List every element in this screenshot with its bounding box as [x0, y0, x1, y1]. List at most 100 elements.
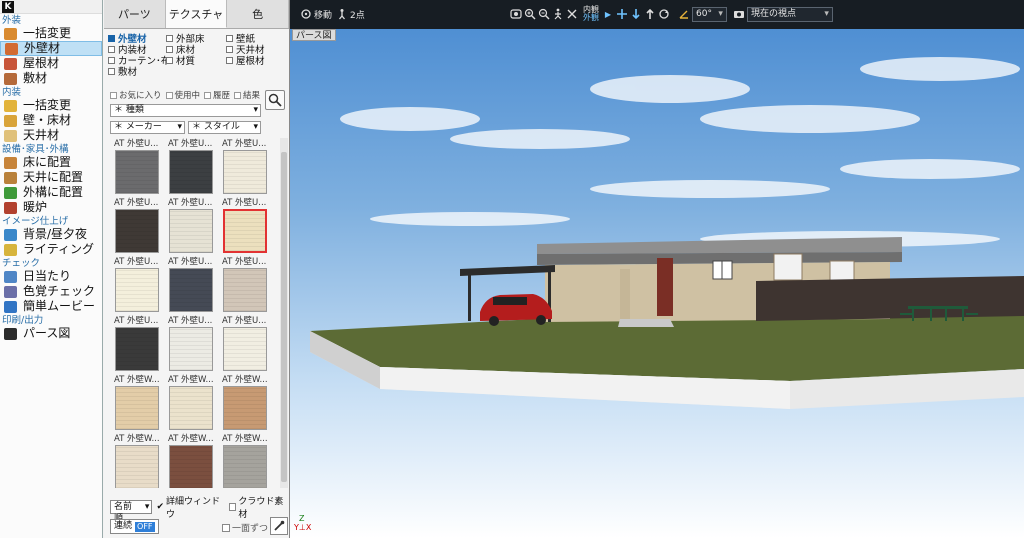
texture-swatch[interactable] [169, 150, 213, 194]
category-checkbox[interactable] [166, 34, 173, 42]
scissors-icon[interactable] [566, 8, 578, 20]
sidebar-item[interactable]: 天井に配置 [0, 170, 102, 185]
texture-swatch[interactable] [169, 327, 213, 371]
texture-tile[interactable]: AT 外壁W... [166, 433, 218, 488]
category-checkbox[interactable] [108, 45, 115, 53]
category-checkbox[interactable] [108, 34, 115, 42]
cloud-checkbox[interactable] [228, 503, 237, 511]
style-dropdown[interactable]: ＊ スタイル [188, 121, 261, 134]
sidebar-item[interactable]: パース図 [0, 326, 102, 341]
texture-tile[interactable]: AT 外壁U... [112, 138, 164, 194]
category-checkbox[interactable] [226, 45, 233, 53]
scroll-thumb[interactable] [281, 152, 287, 482]
texture-tile[interactable]: AT 外壁W... [220, 374, 272, 430]
sidebar-item[interactable]: 色覚チェック [0, 284, 102, 299]
texture-tile[interactable]: AT 外壁U... [112, 197, 164, 253]
filter-option[interactable]: 使用中 [165, 89, 200, 101]
texture-tile[interactable]: AT 外壁U... [112, 315, 164, 371]
texture-swatch[interactable] [169, 209, 213, 253]
texture-tile[interactable]: AT 外壁U... [112, 256, 164, 312]
search-button[interactable] [265, 90, 285, 110]
sidebar-item[interactable]: ライティング [0, 242, 102, 257]
sort-select[interactable]: 名前順 [110, 500, 153, 524]
perspective-viewport[interactable]: パース図 Z Y⊥X [290, 29, 1024, 538]
category-option[interactable]: 材質 [166, 53, 195, 67]
filter-option[interactable]: 結果 [234, 89, 260, 101]
texture-tile[interactable]: AT 外壁U... [166, 256, 218, 312]
filter-option[interactable]: お気に入り [110, 89, 162, 101]
category-checkbox[interactable] [166, 56, 173, 64]
tab-parts[interactable]: パーツ [104, 0, 166, 28]
texture-swatch[interactable] [169, 268, 213, 312]
texture-tile[interactable]: AT 外壁W... [220, 433, 272, 488]
view-mode-toggle[interactable]: 内観 外観 [583, 6, 599, 22]
down-arrow-icon[interactable] [630, 8, 642, 20]
pan-icon[interactable] [616, 8, 628, 20]
rotate-icon[interactable] [658, 8, 670, 20]
category-checkbox[interactable] [166, 45, 173, 53]
filter-checkbox[interactable] [204, 91, 212, 99]
type-dropdown[interactable]: ＊ 種類 [110, 104, 261, 117]
eyedropper-button[interactable] [270, 517, 288, 535]
texture-swatch[interactable] [223, 150, 267, 194]
sidebar-item[interactable]: 一括変更 [0, 98, 102, 113]
texture-swatch[interactable] [223, 445, 267, 488]
zoom-in-icon[interactable] [524, 8, 536, 20]
tab-texture[interactable]: テクスチャ [165, 0, 228, 28]
sidebar-item[interactable]: 天井材 [0, 128, 102, 143]
up-arrow-icon[interactable] [644, 8, 656, 20]
texture-swatch[interactable] [115, 209, 159, 253]
texture-swatch[interactable] [169, 445, 213, 488]
texture-tile[interactable]: AT 外壁W... [112, 433, 164, 488]
filter-option[interactable]: 履歴 [204, 89, 230, 101]
category-checkbox[interactable] [108, 67, 115, 75]
filter-checkbox[interactable] [110, 91, 117, 99]
walk-icon[interactable] [552, 8, 564, 20]
continuous-toggle[interactable]: 連続 OFF [110, 519, 159, 534]
texture-tile[interactable]: AT 外壁U... [220, 315, 272, 371]
viewpoint-select[interactable]: 現在の視点 [746, 6, 833, 22]
sidebar-item[interactable]: 壁・床材 [0, 113, 102, 128]
texture-swatch[interactable] [223, 268, 267, 312]
texture-swatch[interactable] [223, 327, 267, 371]
texture-tile[interactable]: AT 外壁U... [166, 197, 218, 253]
sidebar-item[interactable]: 日当たり [0, 269, 102, 284]
detail-window-toggle[interactable]: ✔ 詳細ウィンドウ [156, 494, 224, 520]
texture-swatch[interactable] [223, 386, 267, 430]
category-checkbox[interactable] [226, 34, 233, 42]
texture-tile[interactable]: AT 外壁W... [166, 374, 218, 430]
sidebar-item[interactable]: 床に配置 [0, 155, 102, 170]
camera-reset-icon[interactable] [510, 8, 522, 20]
texture-scrollbar[interactable] [280, 138, 288, 488]
sidebar-item[interactable]: 敷材 [0, 71, 102, 86]
maker-dropdown[interactable]: ＊ メーカー [110, 121, 185, 134]
filter-checkbox[interactable] [165, 91, 173, 99]
sidebar-item[interactable]: 一括変更 [0, 26, 102, 41]
sidebar-item[interactable]: 外構に配置 [0, 185, 102, 200]
texture-swatch[interactable] [115, 386, 159, 430]
zoom-out-icon[interactable] [538, 8, 550, 20]
filter-checkbox[interactable] [234, 91, 242, 99]
angle-icon[interactable] [678, 8, 690, 20]
texture-tile[interactable]: AT 外壁U... [166, 315, 218, 371]
angle-select[interactable]: 60° [692, 6, 727, 22]
move-button[interactable]: 移動 [300, 6, 332, 22]
texture-tile[interactable]: AT 外壁W... [112, 374, 164, 430]
texture-swatch[interactable] [115, 150, 159, 194]
texture-tile[interactable]: AT 外壁U... [220, 138, 272, 194]
texture-swatch[interactable] [223, 209, 267, 253]
one-face-toggle[interactable]: 一面ずつ [222, 521, 268, 534]
sidebar-item[interactable]: 外壁材 [0, 41, 102, 56]
sidebar-item[interactable]: 背景/昼夕夜 [0, 227, 102, 242]
two-point-button[interactable]: 2点 [336, 6, 365, 22]
texture-swatch[interactable] [115, 268, 159, 312]
one-face-checkbox[interactable] [222, 523, 230, 532]
sidebar-item[interactable]: 簡単ムービー [0, 299, 102, 314]
tab-color[interactable]: 色 [227, 0, 290, 28]
camera-icon[interactable] [733, 8, 745, 20]
play-icon[interactable]: ▶ [602, 8, 614, 20]
category-option[interactable]: 敷材 [108, 64, 137, 78]
texture-tile[interactable]: AT 外壁U... [166, 138, 218, 194]
texture-swatch[interactable] [169, 386, 213, 430]
category-checkbox[interactable] [226, 56, 233, 64]
